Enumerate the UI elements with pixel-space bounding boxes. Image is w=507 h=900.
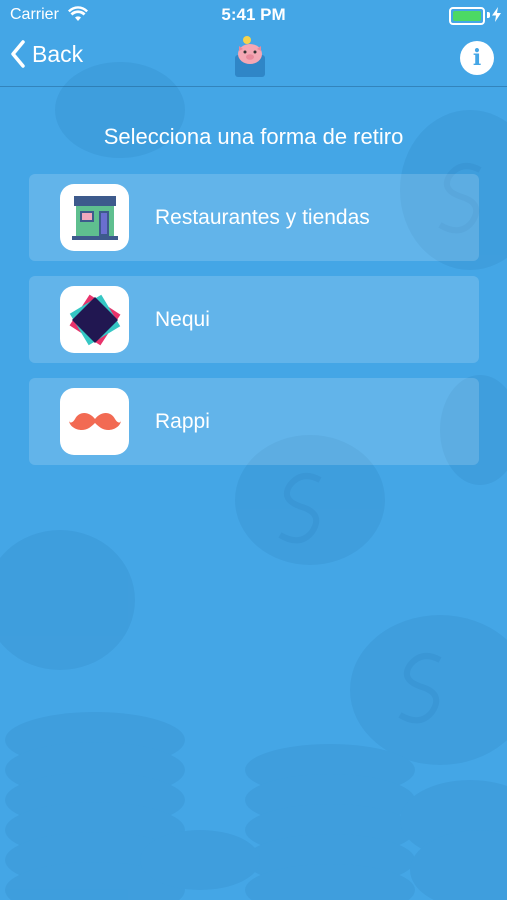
navigation-bar: Back i [0, 30, 507, 87]
status-bar: Carrier 5:41 PM [0, 0, 507, 30]
option-nequi[interactable]: Nequi [29, 276, 479, 363]
option-label: Restaurantes y tiendas [155, 205, 370, 229]
chevron-left-icon [11, 40, 25, 68]
back-label: Back [32, 40, 84, 67]
battery-level-fill [453, 11, 481, 21]
option-label: Rappi [155, 409, 210, 433]
battery-tip [487, 12, 490, 18]
withdrawal-options-list: Restaurantes y tiendas Nequi Rappi [29, 174, 479, 480]
piggy-bank-icon [235, 36, 265, 77]
option-rappi[interactable]: Rappi [29, 378, 479, 465]
store-icon [60, 184, 129, 251]
nequi-logo-icon [60, 286, 129, 353]
battery-icon [449, 7, 485, 25]
back-button[interactable]: Back [10, 40, 83, 68]
info-button[interactable]: i [460, 41, 494, 75]
status-time: 5:41 PM [221, 5, 286, 24]
charging-bolt-icon [492, 7, 501, 22]
option-label: Nequi [155, 307, 210, 331]
page-title: Selecciona una forma de retiro [103, 124, 404, 149]
rappi-mustache-icon [60, 388, 129, 455]
option-restaurantes-y-tiendas[interactable]: Restaurantes y tiendas [29, 174, 479, 261]
